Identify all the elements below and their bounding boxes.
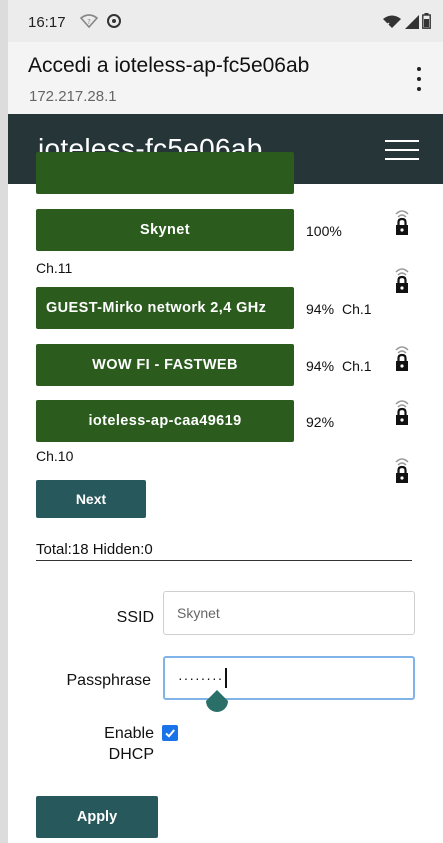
wifi-lock-icon xyxy=(395,346,409,371)
text-caret xyxy=(225,668,227,688)
wifi-lock-icon xyxy=(395,458,409,483)
passphrase-label: Passphrase xyxy=(66,672,152,689)
apply-button[interactable]: Apply xyxy=(36,796,158,838)
network-button-skynet[interactable]: Skynet xyxy=(36,209,294,251)
dhcp-label-line2: DHCP xyxy=(108,746,154,763)
network-button-wow-fi[interactable]: WOW FI - FASTWEB xyxy=(36,344,294,386)
dhcp-checkbox[interactable] xyxy=(162,725,178,741)
network-signal: 94% xyxy=(306,301,335,317)
network-channel: Ch.10 xyxy=(36,448,74,464)
ssid-input-value: Skynet xyxy=(177,605,220,621)
next-button[interactable]: Next xyxy=(36,480,146,518)
wifi-setup-page: Skynet 100% Ch.11 GUEST-Mirko network 2,… xyxy=(8,152,443,843)
hamburger-icon[interactable] xyxy=(385,140,419,160)
ssid-input[interactable]: Skynet xyxy=(163,591,415,635)
status-time: 16:17 xyxy=(28,14,66,31)
total-count: Total:18 Hidden:0 xyxy=(36,541,153,558)
network-button-guest-mirko[interactable]: GUEST-Mirko network 2,4 GHz xyxy=(36,287,294,329)
network-signal: 100% xyxy=(306,223,342,239)
network-signal: 92% xyxy=(306,414,335,430)
ssid-label: SSID xyxy=(116,609,154,626)
data-saver-icon xyxy=(107,14,121,28)
network-channel: Ch.1 xyxy=(342,301,372,317)
wifi-lock-icon xyxy=(395,210,409,235)
check-icon xyxy=(165,729,175,738)
passphrase-input[interactable]: ········ xyxy=(163,656,415,700)
dhcp-label: Enable xyxy=(104,725,154,742)
phone-screen: 16:17 ? Accedi a ioteless-ap-fc5e06ab 17… xyxy=(8,0,443,843)
network-signal: 94% xyxy=(306,358,335,374)
status-bar: 16:17 ? xyxy=(8,0,443,42)
svg-text:?: ? xyxy=(87,18,91,26)
network-button-hidden[interactable] xyxy=(36,152,294,194)
browser-header: Accedi a ioteless-ap-fc5e06ab 172.217.28… xyxy=(8,42,443,114)
network-channel: Ch.1 xyxy=(342,358,372,374)
browser-title: Accedi a ioteless-ap-fc5e06ab xyxy=(28,54,310,77)
network-channel: Ch.11 xyxy=(36,260,73,276)
wifi-x-icon xyxy=(383,15,401,28)
battery-icon xyxy=(422,13,431,29)
browser-url: 172.217.28.1 xyxy=(29,88,117,105)
network-button-ioteless-caa49619[interactable]: ioteless-ap-caa49619 xyxy=(36,400,294,442)
wifi-question-icon: ? xyxy=(80,14,98,28)
passphrase-input-value: ········ xyxy=(178,670,224,686)
text-selection-handle[interactable] xyxy=(204,690,230,720)
wifi-lock-icon xyxy=(395,268,409,293)
more-vert-icon[interactable] xyxy=(409,64,429,94)
status-left-icons: ? xyxy=(80,13,122,29)
signal-icon xyxy=(405,14,419,29)
status-right-icons xyxy=(382,13,431,29)
divider xyxy=(36,560,412,561)
wifi-lock-icon xyxy=(395,400,409,425)
